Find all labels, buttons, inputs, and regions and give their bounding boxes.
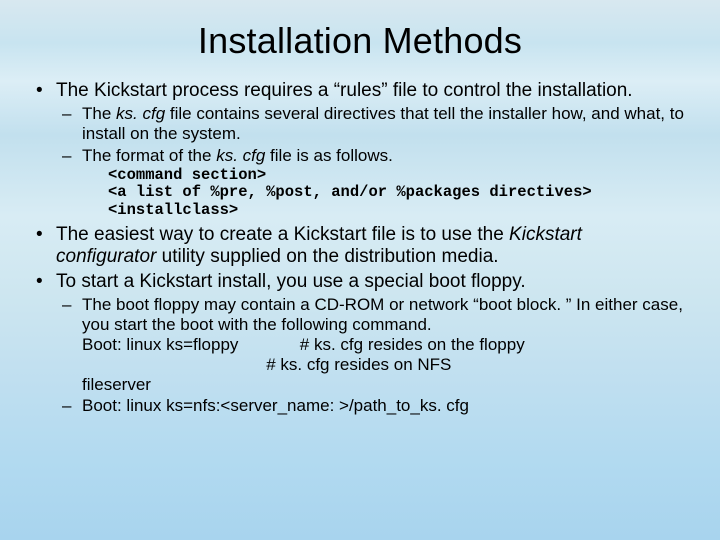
bullet-1-sub-1: The ks. cfg file contains several direct… [82,104,686,144]
code-line-1: <command section> [108,166,266,184]
bullet-3-sub-1: The boot floppy may contain a CD-ROM or … [82,295,686,395]
b1s1-b: file contains several directives that te… [82,104,684,143]
b3s1-tail: fileserver [82,375,151,394]
code-line-3: <installclass> [108,201,238,219]
b3s1-cmd1: Boot: linux ks=floppy # ks. cfg resides … [82,335,525,354]
bullet-list: The Kickstart process requires a “rules”… [34,80,686,416]
code-line-2: <a list of %pre, %post, and/or %packages… [108,183,592,201]
bullet-2: The easiest way to create a Kickstart fi… [56,224,686,269]
b1s1-a: The [82,104,116,123]
bullet-1-sub-2: The format of the ks. cfg file is as fol… [82,146,686,220]
b1s1-i: ks. cfg [116,104,165,123]
bullet-3-sub-2: Boot: linux ks=nfs:<server_name: >/path_… [82,396,686,416]
bullet-1: The Kickstart process requires a “rules”… [56,80,686,220]
code-block: <command section> <a list of %pre, %post… [108,167,686,220]
b3s2: Boot: linux ks=nfs:<server_name: >/path_… [82,396,469,415]
b3-text: To start a Kickstart install, you use a … [56,271,526,292]
b1s2-i: ks. cfg [216,146,265,165]
b3s1-line1: The boot floppy may contain a CD-ROM or … [82,295,683,334]
bullet-3: To start a Kickstart install, you use a … [56,271,686,417]
b2-b: utility supplied on the distribution med… [156,246,498,267]
bullet-1-text: The Kickstart process requires a “rules”… [56,80,633,101]
b2-a: The easiest way to create a Kickstart fi… [56,224,509,245]
b3s1-cmd2: # ks. cfg resides on NFS [82,355,451,374]
slide-title: Installation Methods [34,20,686,62]
bullet-3-sublist: The boot floppy may contain a CD-ROM or … [56,295,686,416]
b1s2-a: The format of the [82,146,216,165]
bullet-1-sublist: The ks. cfg file contains several direct… [56,104,686,220]
b1s2-b: file is as follows. [265,146,393,165]
